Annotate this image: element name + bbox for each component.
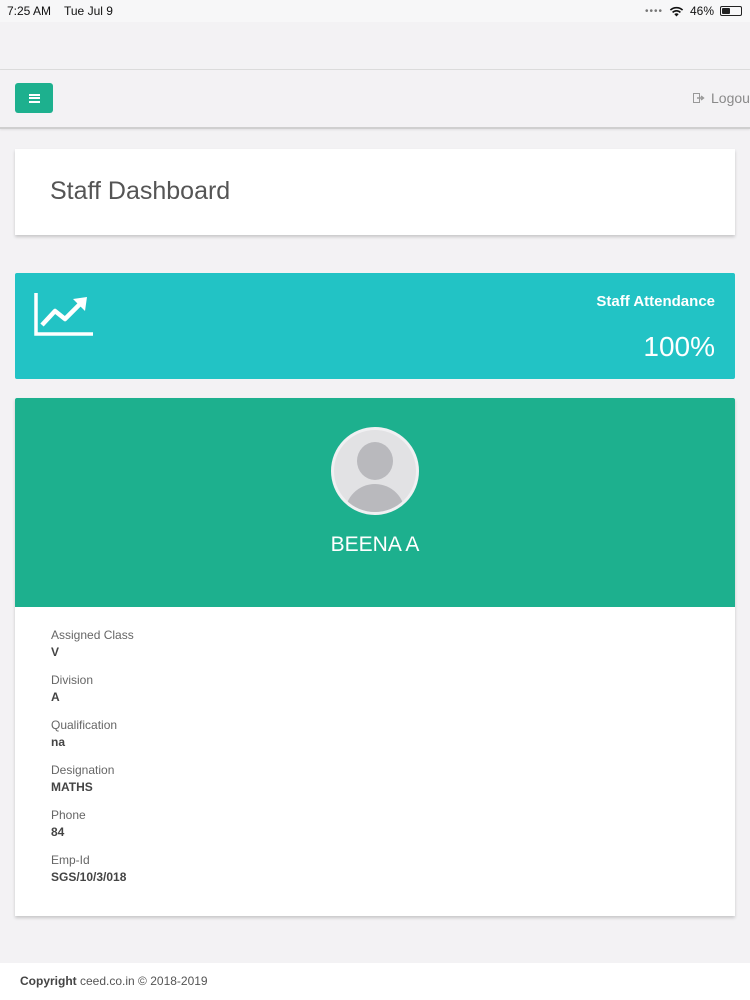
detail-assigned-class: Assigned Class V [51, 628, 134, 673]
detail-value: SGS/10/3/018 [51, 870, 127, 884]
trending-up-chart-icon [34, 293, 93, 336]
avatar-head [357, 442, 393, 480]
detail-value: V [51, 645, 60, 659]
detail-label: Phone [51, 808, 86, 822]
signal-dots-icon: •••• [644, 5, 663, 17]
detail-value: MATHS [51, 780, 93, 794]
logout-icon [693, 93, 705, 103]
attendance-label: Staff Attendance [596, 293, 715, 310]
detail-label: Emp-Id [51, 853, 90, 867]
status-indicators: •••• 46% [645, 4, 742, 18]
page-title: Staff Dashboard [50, 177, 231, 205]
attendance-value: 100% [643, 331, 715, 362]
logout-link[interactable]: Logou [693, 90, 750, 106]
detail-division: Division A [51, 673, 134, 718]
profile-details: Assigned Class V Division A Qualificatio… [51, 628, 134, 898]
detail-value: A [51, 690, 60, 704]
staff-attendance-card: Staff Attendance 100% [15, 273, 735, 379]
staff-profile-card: BEENA A Assigned Class V Division A Qual… [15, 398, 735, 916]
status-date: Tue Jul 9 [64, 4, 113, 18]
footer: Copyright ceed.co.in © 2018-2019 [0, 963, 750, 1000]
navbar: Logou [0, 70, 750, 129]
status-time: 7:25 AM [7, 4, 52, 18]
detail-phone: Phone 84 [51, 808, 134, 853]
hamburger-menu-icon [28, 93, 40, 103]
detail-value: na [51, 735, 66, 749]
detail-label: Assigned Class [51, 628, 134, 642]
detail-label: Division [51, 673, 94, 687]
copyright-label: Copyright [20, 974, 77, 988]
battery-icon [720, 6, 742, 16]
menu-toggle-button[interactable] [15, 83, 53, 113]
detail-qualification: Qualification na [51, 718, 134, 763]
detail-value: 84 [51, 825, 65, 839]
logout-label: Logou [711, 90, 750, 106]
footer-text: Copyright ceed.co.in © 2018-2019 [20, 974, 208, 988]
copyright-text: ceed.co.in © 2018-2019 [76, 974, 208, 988]
detail-designation: Designation MATHS [51, 763, 134, 808]
top-spacer [0, 22, 750, 70]
avatar [331, 427, 419, 515]
avatar-body [345, 484, 405, 512]
detail-label: Qualification [51, 718, 118, 732]
wifi-icon [669, 6, 684, 16]
battery-fill [722, 8, 730, 14]
profile-header: BEENA A [15, 398, 735, 607]
page-header-card: Staff Dashboard [15, 149, 735, 235]
detail-emp-id: Emp-Id SGS/10/3/018 [51, 853, 134, 898]
status-bar: 7:25 AM Tue Jul 9 •••• 46% [0, 0, 750, 22]
battery-percentage: 46% [689, 4, 714, 18]
staff-name: BEENA A [330, 533, 420, 556]
detail-label: Designation [51, 763, 115, 777]
